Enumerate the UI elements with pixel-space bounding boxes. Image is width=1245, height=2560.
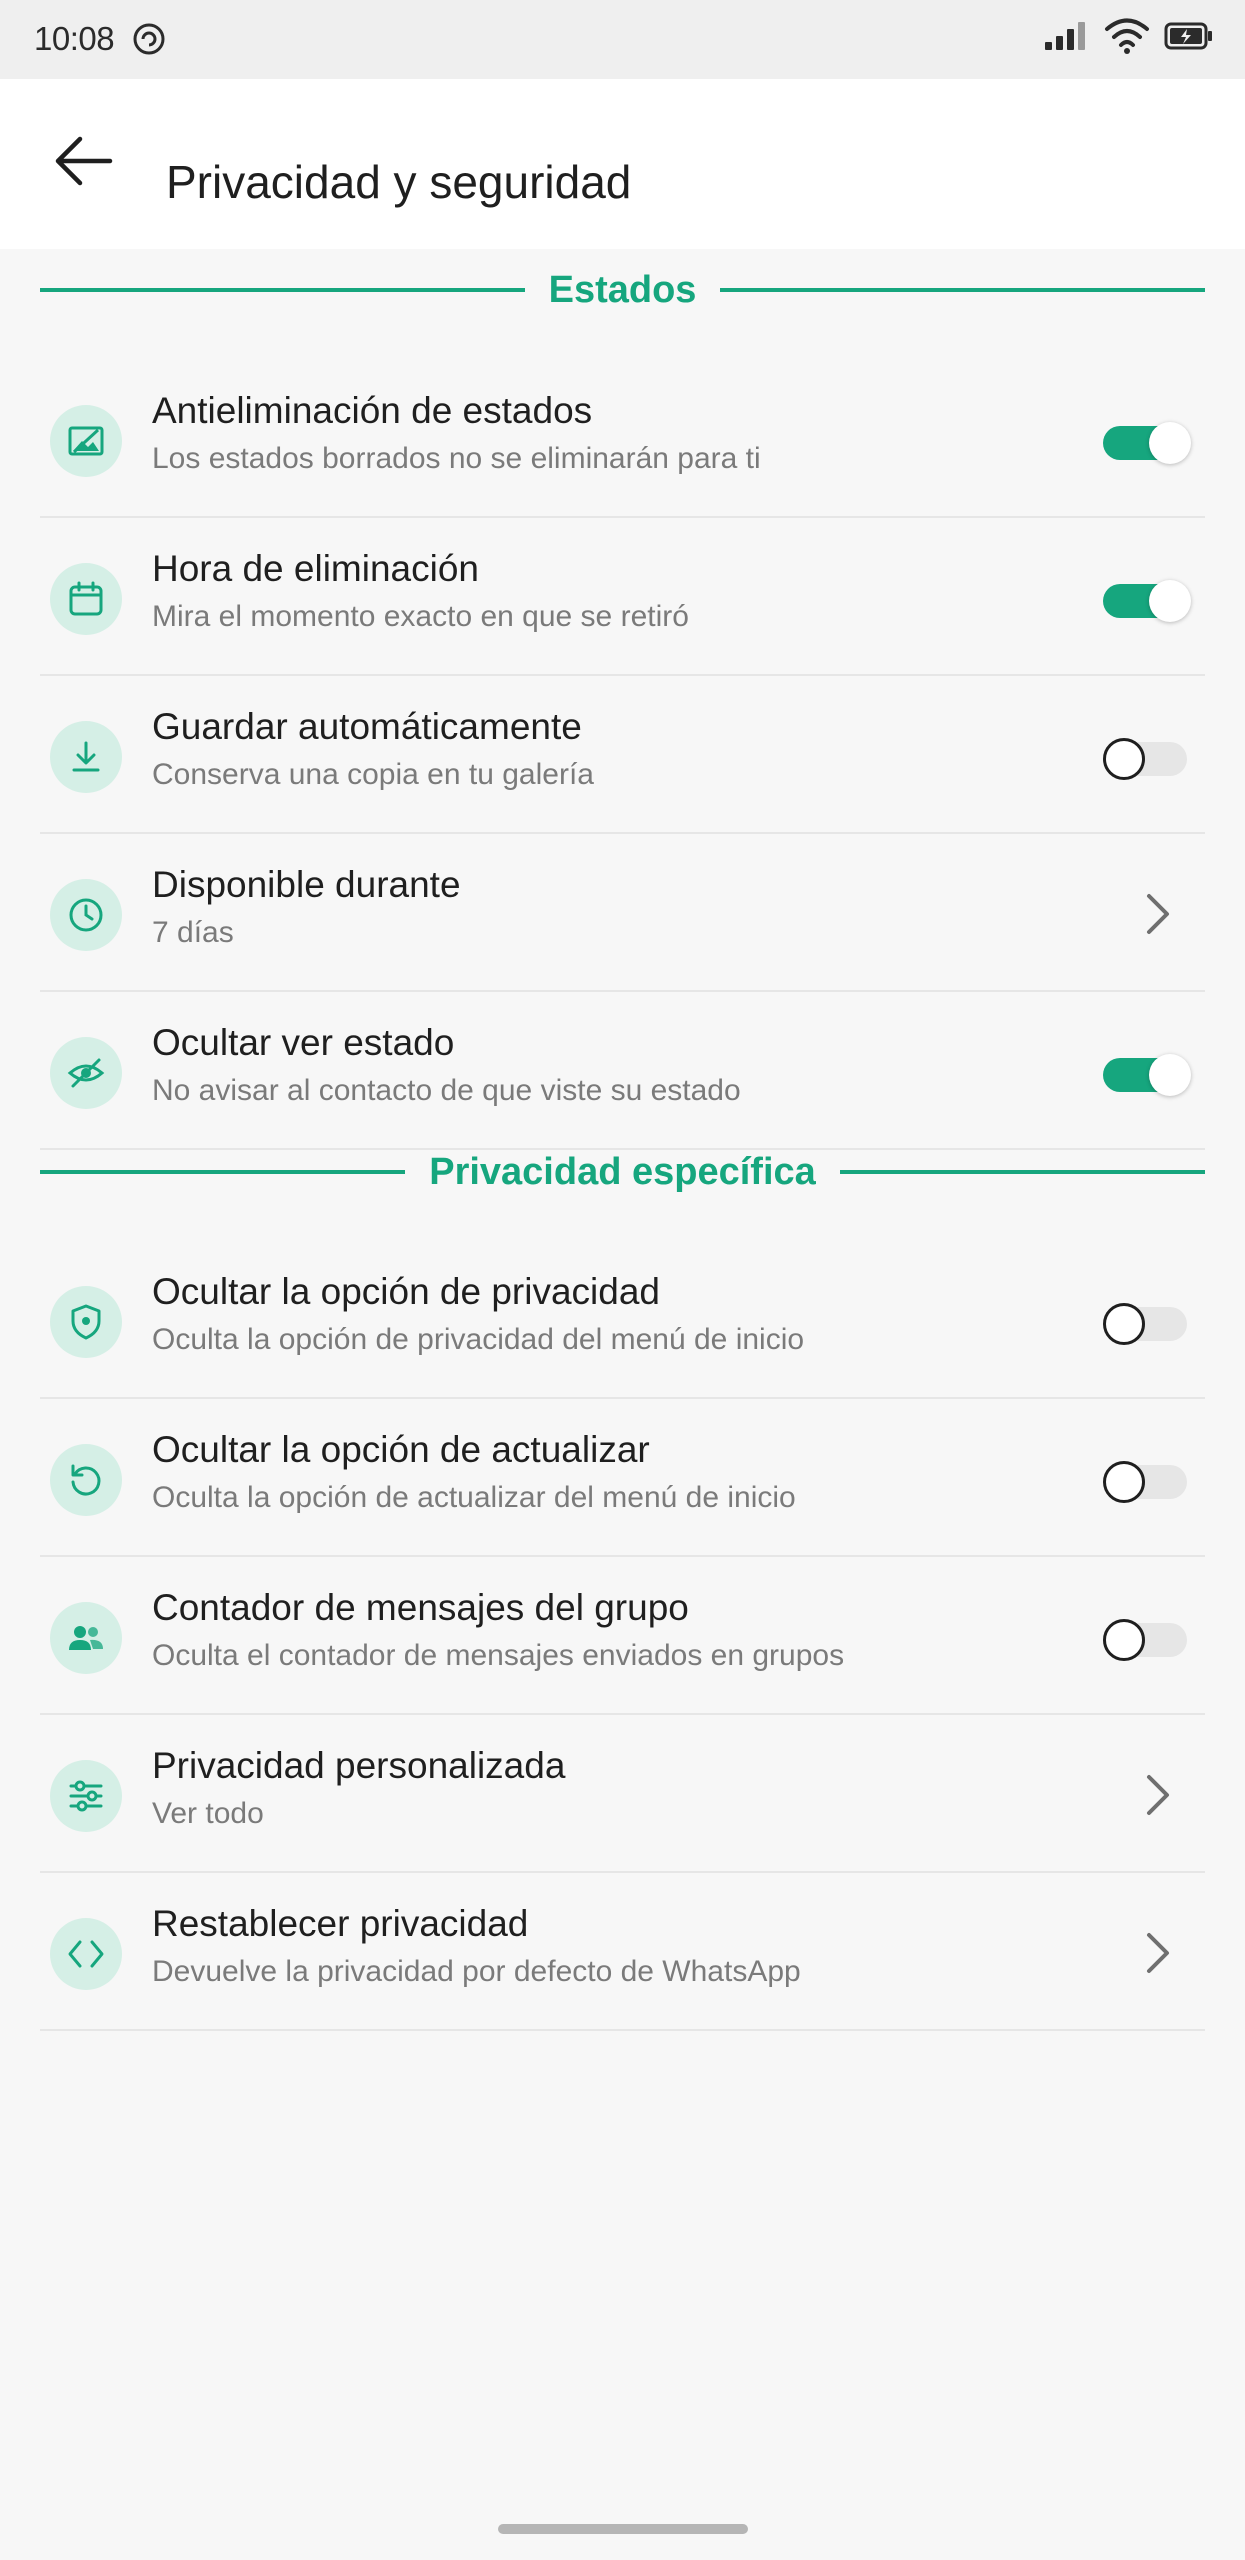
section-divider	[40, 1170, 406, 1174]
row-subtitle: Conserva una copia en tu galería	[152, 758, 594, 791]
setting-row-ocultar-actualizar[interactable]: Ocultar la opción de actualizar Oculta l…	[40, 1399, 1205, 1557]
row-icon-circle	[50, 1602, 122, 1674]
clock-icon	[69, 898, 103, 932]
app-bar: Privacidad y seguridad	[0, 79, 1245, 249]
row-subtitle: Mira el momento exacto en que se retiró	[152, 600, 689, 633]
toggle-ocultar-privacidad[interactable]	[1103, 1303, 1189, 1345]
toggle-hora-eliminacion[interactable]	[1103, 580, 1191, 622]
section-divider	[839, 1170, 1205, 1174]
home-indicator[interactable]	[498, 2524, 748, 2534]
wifi-icon	[1105, 18, 1149, 54]
status-bar: 10:08	[0, 0, 1245, 79]
section-header-privacidad-especifica: Privacidad específica	[40, 1144, 1205, 1200]
row-subtitle: Ver todo	[152, 1797, 264, 1830]
section-header-estados: Estados	[40, 262, 1206, 318]
section-divider	[720, 288, 1206, 292]
setting-row-restablecer-privacidad[interactable]: Restablecer privacidad Devuelve la priva…	[40, 1873, 1205, 2031]
download-icon	[72, 741, 100, 772]
status-time: 10:08	[34, 20, 115, 57]
image-icon	[68, 426, 104, 456]
row-title: Hora de eliminación	[152, 548, 480, 589]
row-subtitle: 7 días	[152, 916, 234, 949]
row-subtitle: Los estados borrados no se eliminarán pa…	[152, 442, 761, 475]
setting-row-ocultar-ver-estado[interactable]: Ocultar ver estado No avisar al contacto…	[40, 992, 1205, 1150]
toggle-ocultar-ver-estado[interactable]	[1103, 1054, 1191, 1096]
row-subtitle: Oculta la opción de privacidad del menú …	[152, 1323, 805, 1356]
sliders-icon	[69, 1780, 103, 1812]
page-title: Privacidad y seguridad	[166, 156, 632, 208]
row-title: Ocultar la opción de privacidad	[152, 1271, 661, 1312]
sync-icon	[133, 23, 165, 55]
battery-icon	[1164, 22, 1212, 50]
row-icon-circle	[50, 563, 122, 635]
row-title: Antieliminación de estados	[152, 390, 593, 431]
chevron-right-icon	[1147, 894, 1169, 934]
chevron-right-icon	[1147, 1775, 1169, 1815]
row-icon-circle	[50, 1444, 122, 1516]
setting-row-antieliminacion[interactable]: Antieliminación de estados Los estados b…	[40, 360, 1205, 518]
back-button[interactable]	[36, 119, 132, 203]
setting-row-ocultar-privacidad[interactable]: Ocultar la opción de privacidad Oculta l…	[40, 1241, 1205, 1399]
setting-row-privacidad-personalizada[interactable]: Privacidad personalizada Ver todo	[40, 1715, 1205, 1873]
setting-row-disponible-durante[interactable]: Disponible durante 7 días	[40, 834, 1205, 992]
row-icon-circle	[50, 1037, 122, 1109]
row-title: Contador de mensajes del grupo	[152, 1587, 689, 1628]
row-title: Disponible durante	[152, 864, 461, 905]
group-icon	[69, 1626, 103, 1650]
chevron-right-icon	[1147, 1933, 1169, 1973]
row-title: Guardar automáticamente	[152, 706, 582, 747]
setting-row-contador-mensajes-grupo[interactable]: Contador de mensajes del grupo Oculta el…	[40, 1557, 1205, 1715]
row-title: Ocultar la opción de actualizar	[152, 1429, 650, 1470]
arrow-left-icon	[55, 136, 113, 186]
toggle-ocultar-actualizar[interactable]	[1103, 1461, 1189, 1503]
row-subtitle: Oculta la opción de actualizar del menú …	[152, 1481, 796, 1514]
row-icon-circle	[50, 721, 122, 793]
row-icon-circle	[50, 1760, 122, 1832]
calendar-icon	[69, 581, 103, 616]
setting-row-hora-eliminacion[interactable]: Hora de eliminación Mira el momento exac…	[40, 518, 1205, 676]
toggle-contador-mensajes-grupo[interactable]	[1103, 1619, 1189, 1661]
toggle-guardar-automaticamente[interactable]	[1103, 738, 1189, 780]
shield-icon	[71, 1304, 101, 1340]
row-subtitle: Oculta el contador de mensajes enviados …	[152, 1639, 845, 1672]
row-subtitle: Devuelve la privacidad por defecto de Wh…	[152, 1955, 801, 1988]
signal-icon	[1045, 22, 1085, 50]
row-icon-circle	[50, 405, 122, 477]
row-icon-circle	[50, 1286, 122, 1358]
section-title: Estados	[548, 268, 697, 311]
row-subtitle: No avisar al contacto de que viste su es…	[152, 1074, 741, 1107]
row-icon-circle	[50, 879, 122, 951]
section-divider	[40, 288, 525, 292]
setting-row-guardar-automaticamente[interactable]: Guardar automáticamente Conserva una cop…	[40, 676, 1205, 834]
refresh-icon	[71, 1464, 101, 1496]
code-icon	[68, 1940, 104, 1968]
toggle-antieliminacion[interactable]	[1103, 422, 1191, 464]
row-title: Restablecer privacidad	[152, 1903, 529, 1944]
row-title: Ocultar ver estado	[152, 1022, 455, 1063]
eye-off-icon	[67, 1058, 105, 1088]
row-title: Privacidad personalizada	[152, 1745, 566, 1786]
row-icon-circle	[50, 1918, 122, 1990]
section-title: Privacidad específica	[429, 1150, 816, 1193]
